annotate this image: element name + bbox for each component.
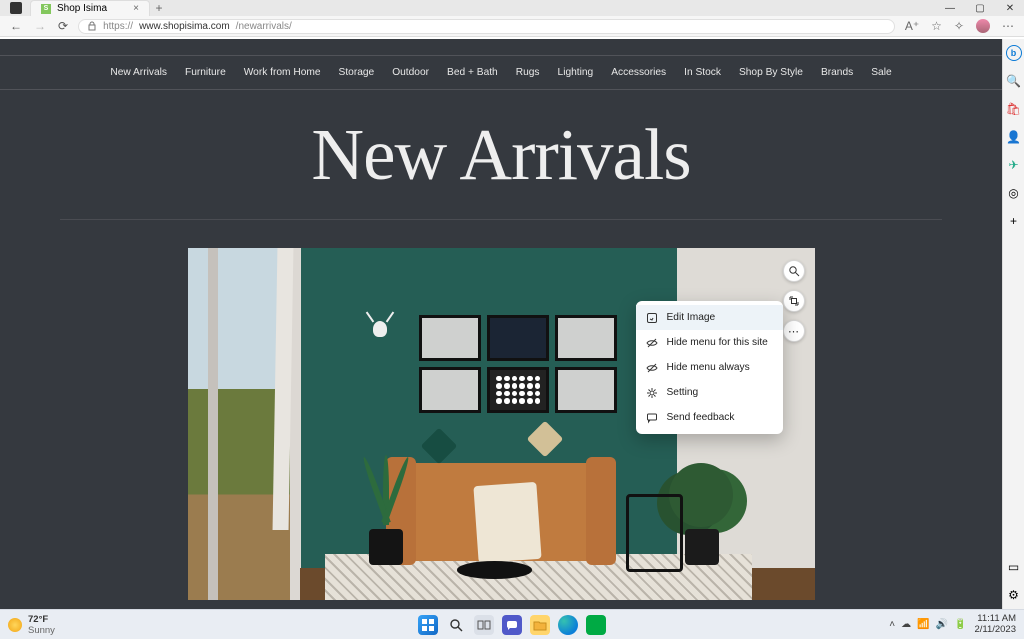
clock-time: 11:11 AM [974,614,1016,624]
menu-item-label: Edit Image [667,312,716,323]
nav-item-shop-by-style[interactable]: Shop By Style [739,67,803,78]
nav-back-button[interactable]: ← [10,19,22,33]
feedback-icon [646,411,659,424]
profile-avatar[interactable] [976,19,990,33]
menu-item-label: Hide menu for this site [667,337,768,348]
page-title: New Arrivals [0,113,1002,197]
lock-icon [87,21,97,31]
tab-close-icon[interactable]: × [133,3,139,14]
weather-icon [8,618,22,632]
sidebar-shopping-icon[interactable]: 🛍 [1006,101,1022,117]
menu-item-label: Setting [667,387,699,398]
nav-item-in-stock[interactable]: In Stock [684,67,721,78]
taskbar-center [418,615,606,635]
nav-item-new-arrivals[interactable]: New Arrivals [110,67,167,78]
collections-icon[interactable]: ✧ [954,19,964,33]
tray-volume-icon[interactable]: 🔊 [936,619,948,630]
sidebar-settings-icon[interactable]: ⚙ [1006,587,1022,603]
smart-crop-button[interactable] [783,290,805,312]
tray-onedrive-icon[interactable]: ☁ [901,619,911,630]
window-minimize-button[interactable]: — [936,0,964,16]
clock-date: 2/11/2023 [974,625,1016,635]
window-controls: — ▢ ✕ [936,0,1024,16]
site-page: New Arrivals Furniture Work from Home St… [0,39,1002,609]
favorites-icon[interactable]: ☆ [931,19,942,33]
window-close-button[interactable]: ✕ [996,0,1024,16]
browser-tab[interactable]: S Shop Isima × [30,0,150,16]
sidebar-m365-icon[interactable]: ◎ [1006,185,1022,201]
divider [60,219,942,220]
nav-item-rugs[interactable]: Rugs [516,67,540,78]
sidebar-tools-icon[interactable]: 👤 [1006,129,1022,145]
visual-search-icon [788,265,800,277]
tray-chevron-icon[interactable]: ˄ [889,619,895,630]
menu-item-hide-menu-site[interactable]: Hide menu for this site [636,330,783,355]
app-icon [10,2,22,14]
taskbar-app-button[interactable] [586,615,606,635]
sidebar-search-icon[interactable]: 🔍 [1006,73,1022,89]
nav-item-furniture[interactable]: Furniture [185,67,226,78]
nav-item-lighting[interactable]: Lighting [558,67,594,78]
address-field[interactable]: https:// www.shopisima.com /newarrivals/ [78,19,895,34]
sidebar-collapse-icon[interactable]: ▭ [1006,559,1022,575]
image-context-menu: Edit Image Hide menu for this site Hide … [636,301,783,434]
weather-cond: Sunny [28,625,55,636]
image-hover-actions: ⋯ [783,260,805,342]
tray-battery-icon[interactable]: 🔋 [954,619,966,630]
nav-item-work-from-home[interactable]: Work from Home [244,67,321,78]
nav-forward-button[interactable]: → [34,19,46,33]
menu-item-hide-menu-always[interactable]: Hide menu always [636,355,783,380]
menu-item-settings[interactable]: Setting [636,380,783,405]
menu-item-label: Send feedback [667,412,735,423]
app-menu-icon[interactable]: ⋯ [1002,19,1014,33]
tray-wifi-icon[interactable]: 📶 [917,619,929,630]
file-explorer-button[interactable] [530,615,550,635]
url-scheme: https:// [103,21,133,32]
system-tray: ˄ ☁ 📶 🔊 🔋 11:11 AM 2/11/2023 [889,614,1024,635]
edge-button[interactable] [558,615,578,635]
window-maximize-button[interactable]: ▢ [966,0,994,16]
menu-item-send-feedback[interactable]: Send feedback [636,405,783,430]
bing-icon[interactable]: b [1006,45,1022,61]
crop-icon [788,295,800,307]
start-button[interactable] [418,615,438,635]
nav-refresh-button[interactable]: ⟳ [58,19,68,33]
gear-icon [646,386,659,399]
hide-always-icon [646,361,659,374]
reading-view-icon[interactable]: A⁺ [905,19,919,33]
taskbar-search-button[interactable] [446,615,466,635]
task-view-button[interactable] [474,615,494,635]
weather-temp: 72°F [28,614,55,625]
more-icon: ⋯ [788,325,799,338]
edit-icon [646,311,659,324]
new-tab-button[interactable]: + [150,0,168,16]
sidebar-drop-icon[interactable]: ✈ [1006,157,1022,173]
taskbar-chat-button[interactable] [502,615,522,635]
site-nav: New Arrivals Furniture Work from Home St… [0,55,1002,90]
menu-item-label: Hide menu always [667,362,750,373]
nav-item-storage[interactable]: Storage [339,67,375,78]
taskbar-weather[interactable]: 72°F Sunny [0,614,55,636]
nav-item-brands[interactable]: Brands [821,67,853,78]
nav-item-accessories[interactable]: Accessories [611,67,666,78]
nav-item-bed-bath[interactable]: Bed + Bath [447,67,498,78]
hero-image[interactable]: ⋯ Edit Image Hide menu for this site Hid… [188,248,815,600]
url-host: www.shopisima.com [139,21,230,32]
tab-favicon: S [41,4,51,14]
menu-item-edit-image[interactable]: Edit Image [636,305,783,330]
tab-title: Shop Isima [57,3,107,14]
taskbar-clock[interactable]: 11:11 AM 2/11/2023 [974,614,1016,635]
nav-item-outdoor[interactable]: Outdoor [392,67,429,78]
hide-icon [646,336,659,349]
address-bar: ← → ⟳ https:// www.shopisima.com /newarr… [0,16,1024,37]
visual-search-button[interactable] [783,260,805,282]
taskbar: 72°F Sunny ˄ ☁ 📶 🔊 🔋 11:11 AM 2/11/2023 [0,609,1024,639]
tab-strip: S Shop Isima × + — ▢ ✕ [0,0,1024,16]
image-more-button[interactable]: ⋯ [783,320,805,342]
nav-item-sale[interactable]: Sale [871,67,891,78]
edge-sidebar: b 🔍 🛍 👤 ✈ ◎ + ▭ ⚙ [1002,39,1024,609]
url-path: /newarrivals/ [236,21,292,32]
sidebar-add-icon[interactable]: + [1006,213,1022,229]
page-viewport: New Arrivals Furniture Work from Home St… [0,39,1002,609]
